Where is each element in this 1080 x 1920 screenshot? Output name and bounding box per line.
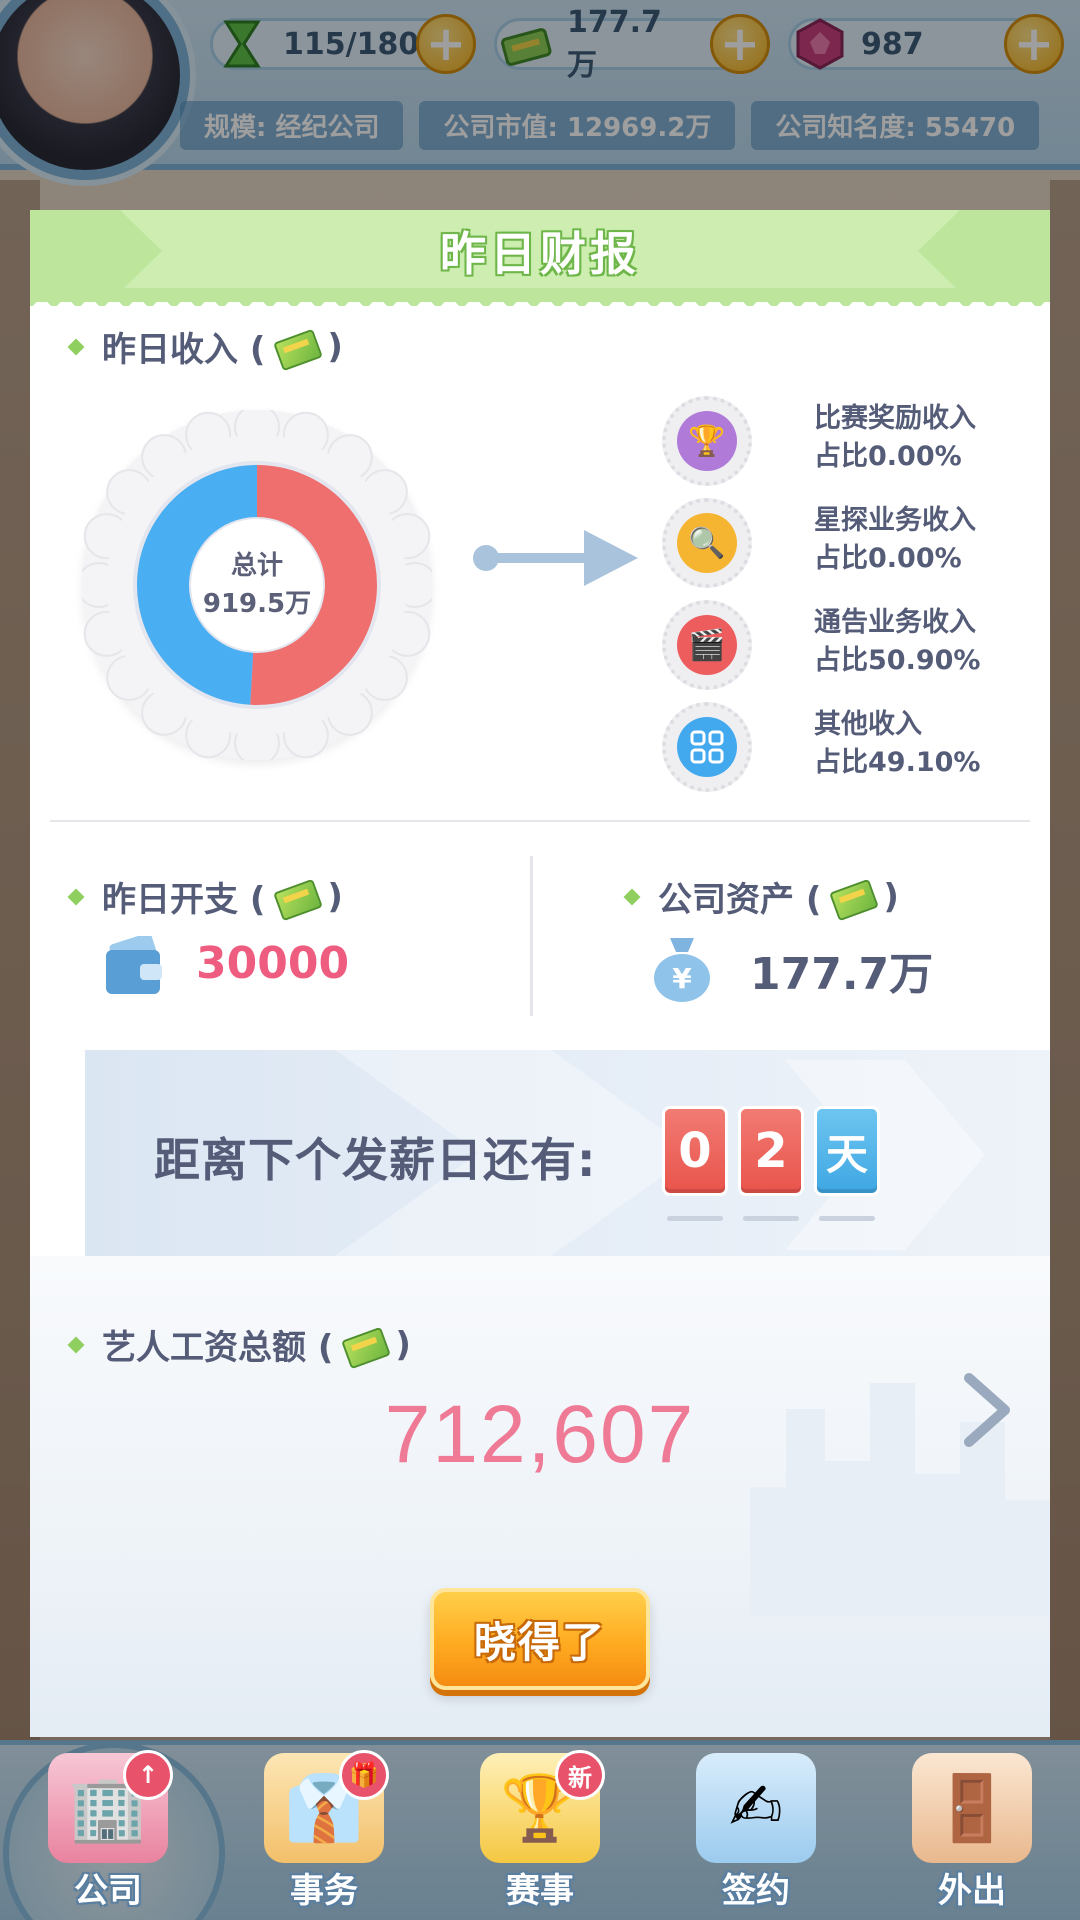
income-label: 昨日收入 (: [102, 330, 266, 370]
legend-contest-share: 占比0.00%: [814, 441, 962, 472]
legend-text: 星探业务收入 占比0.00%: [814, 502, 976, 578]
salary-section-title: 艺人工资总额 ( ): [67, 1320, 411, 1369]
trophy-icon: 🏆: [677, 411, 737, 471]
grid-icon: [677, 717, 737, 777]
cash-icon: [275, 877, 317, 917]
assets-value: 177.7万: [750, 949, 934, 1000]
income-label-close: ): [327, 326, 343, 367]
donut-total-label: 总计: [230, 551, 283, 581]
wallet-icon: [106, 936, 162, 994]
legend-contest-name: 比赛奖励收入: [814, 403, 976, 434]
income-section-title: 昨日收入 ( ): [67, 322, 343, 371]
financial-report-modal: 昨日财报 昨日收入 ( ) 总计 919.5万 🏆 比赛奖励收入 占比0.00%…: [30, 210, 1050, 1737]
cash-icon: [831, 877, 873, 917]
digit-shadow: [667, 1216, 723, 1221]
section-divider: [50, 820, 1030, 822]
bullet-diamond-icon: [67, 1336, 85, 1353]
upgrade-badge: ↑: [123, 1750, 173, 1800]
payday-label: 距离下个发薪日还有:: [154, 1133, 597, 1187]
clapperboard-icon: 🎬: [677, 615, 737, 675]
contract-icon: ✍: [696, 1753, 816, 1863]
legend-badge: 🔍: [662, 498, 752, 588]
expense-label: 昨日开支 (: [102, 880, 266, 920]
donut-total: 总计 919.5万: [82, 410, 432, 760]
arrow-right-icon: [473, 530, 638, 586]
bullet-diamond-icon: [67, 338, 85, 355]
vertical-divider: [530, 856, 533, 1016]
legend-notice-name: 通告业务收入: [814, 607, 976, 638]
assets-label-close: ): [883, 876, 899, 917]
legend-other-share: 占比49.10%: [814, 747, 981, 778]
cash-icon: [343, 1325, 385, 1365]
salary-total-value: 712,607: [384, 1389, 696, 1480]
legend-scout: 🔍 星探业务收入 占比0.00%: [662, 498, 1042, 588]
legend-contest: 🏆 比赛奖励收入 占比0.00%: [662, 396, 1042, 486]
legend-text: 通告业务收入 占比50.90%: [814, 604, 980, 680]
legend-notice: 🎬 通告业务收入 占比50.90%: [662, 600, 1042, 690]
chevron-right-icon[interactable]: [955, 1370, 1015, 1450]
nav-company-label: 公司: [74, 1871, 142, 1911]
gift-badge: 🎁: [339, 1750, 389, 1800]
legend-other: 其他收入 占比49.10%: [662, 702, 1042, 792]
payday-unit: 天: [814, 1106, 880, 1196]
salary-label: 艺人工资总额 (: [102, 1328, 334, 1368]
legend-badge: 🏆: [662, 396, 752, 486]
nav-contest-label: 赛事: [506, 1871, 574, 1911]
magnifier-icon: 🔍: [677, 513, 737, 573]
legend-notice-share: 占比50.90%: [814, 645, 981, 676]
nav-affairs-label: 事务: [290, 1871, 358, 1911]
expense-section-title: 昨日开支 ( ): [67, 872, 343, 921]
bullet-diamond-icon: [623, 888, 641, 905]
money-bag-icon: ¥: [654, 938, 710, 1002]
header-zigzag: [30, 288, 1050, 306]
bullet-diamond-icon: [67, 888, 85, 905]
legend-text: 其他收入 占比49.10%: [814, 706, 980, 782]
modal-title: 昨日财报: [440, 227, 640, 281]
assets-section-title: 公司资产 ( ): [623, 872, 899, 921]
expense-label-close: ): [327, 876, 343, 917]
assets-label: 公司资产 (: [658, 880, 822, 920]
legend-scout-share: 占比0.00%: [814, 543, 962, 574]
donut-total-value: 919.5万: [202, 589, 312, 619]
legend-other-name: 其他收入: [814, 709, 922, 740]
new-badge: 新: [555, 1750, 605, 1800]
digit-shadow: [743, 1216, 799, 1221]
legend-badge: [662, 702, 752, 792]
got-it-button[interactable]: 晓得了: [430, 1588, 650, 1690]
modal-header: 昨日财报: [30, 210, 1050, 306]
digit-shadow: [819, 1216, 875, 1221]
nav-outing-label: 外出: [938, 1871, 1006, 1911]
nav-sign-label: 签约: [722, 1871, 790, 1911]
cash-icon: [275, 327, 317, 367]
svg-text:¥: ¥: [672, 962, 692, 995]
legend-scout-name: 星探业务收入: [814, 505, 976, 536]
expense-value: 30000: [196, 938, 350, 989]
payday-digit-2: 2: [738, 1106, 804, 1196]
legend-text: 比赛奖励收入 占比0.00%: [814, 400, 976, 476]
door-exit-icon: 🚪: [912, 1753, 1032, 1863]
payday-digit-1: 0: [662, 1106, 728, 1196]
salary-label-close: ): [395, 1324, 411, 1365]
legend-badge: 🎬: [662, 600, 752, 690]
